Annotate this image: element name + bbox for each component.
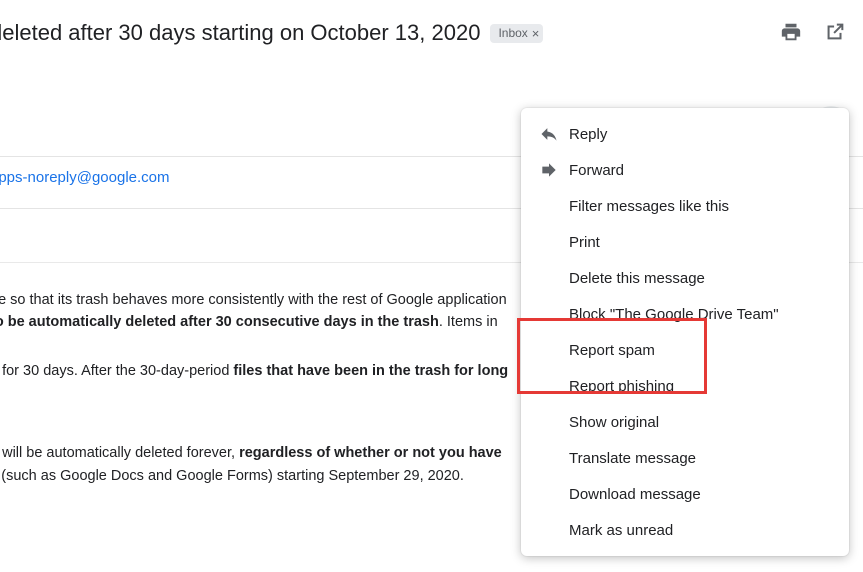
remove-label-x[interactable]: ×	[532, 26, 540, 41]
more-actions-menu: Reply Forward Filter messages like this …	[521, 108, 849, 556]
menu-block[interactable]: Block "The Google Drive Team"	[521, 296, 849, 332]
menu-label: Translate message	[569, 450, 696, 467]
reply-arrow-icon	[539, 124, 569, 144]
subject-line: deleted after 30 days starting on Octobe…	[0, 20, 480, 46]
inbox-label-chip[interactable]: Inbox ×	[490, 24, 543, 43]
menu-label: Delete this message	[569, 270, 705, 287]
menu-label: Download message	[569, 486, 701, 503]
label-text: Inbox	[498, 26, 527, 40]
print-icon[interactable]	[779, 20, 803, 44]
menu-label: Reply	[569, 126, 607, 143]
menu-forward[interactable]: Forward	[521, 152, 849, 188]
menu-report-phishing[interactable]: Report phishing	[521, 368, 849, 404]
menu-filter[interactable]: Filter messages like this	[521, 188, 849, 224]
menu-label: Filter messages like this	[569, 198, 729, 215]
forward-arrow-icon	[539, 160, 569, 180]
from-email-link[interactable]: apps-noreply@google.com	[0, 157, 170, 198]
menu-label: Show original	[569, 414, 659, 431]
menu-translate[interactable]: Translate message	[521, 440, 849, 476]
menu-label: Report spam	[569, 342, 655, 359]
menu-label: Mark as unread	[569, 522, 673, 539]
menu-label: Block "The Google Drive Team"	[569, 306, 779, 323]
menu-reply[interactable]: Reply	[521, 116, 849, 152]
menu-report-spam[interactable]: Report spam	[521, 332, 849, 368]
menu-label: Forward	[569, 162, 624, 179]
menu-delete[interactable]: Delete this message	[521, 260, 849, 296]
menu-mark-unread[interactable]: Mark as unread	[521, 512, 849, 548]
open-new-window-icon[interactable]	[823, 20, 847, 44]
menu-label: Report phishing	[569, 378, 674, 395]
menu-show-original[interactable]: Show original	[521, 404, 849, 440]
menu-label: Print	[569, 234, 600, 251]
menu-print[interactable]: Print	[521, 224, 849, 260]
menu-download[interactable]: Download message	[521, 476, 849, 512]
